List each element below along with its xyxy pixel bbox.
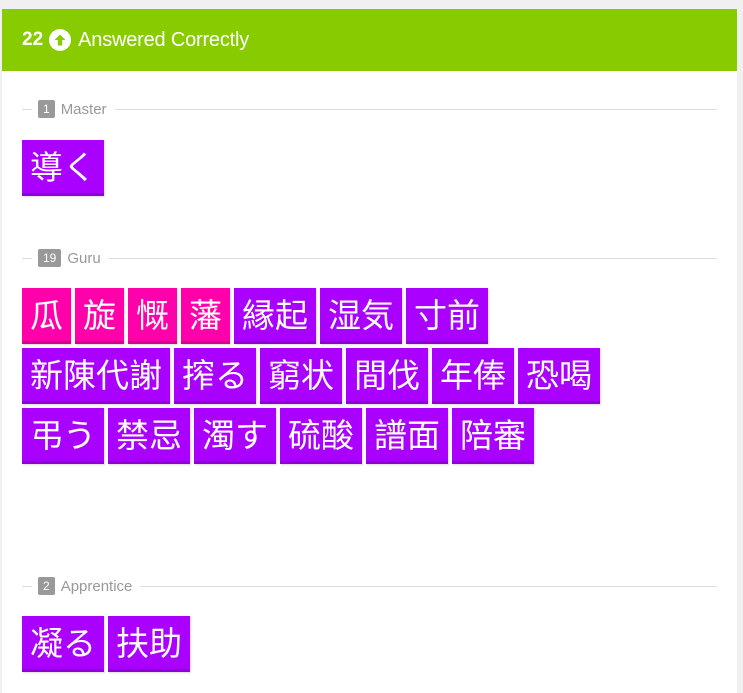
section-header-guru: 19 Guru: [22, 248, 717, 268]
divider: [22, 585, 32, 587]
items-master: 導く: [22, 140, 722, 200]
item-tile[interactable]: 慨: [128, 288, 177, 344]
item-tile[interactable]: 硫酸: [280, 408, 362, 464]
answered-correctly-header[interactable]: 22 Answered Correctly: [2, 9, 737, 71]
item-tile[interactable]: 瓜: [22, 288, 71, 344]
item-tile[interactable]: 縁起: [234, 288, 316, 344]
item-tile[interactable]: 年俸: [432, 348, 514, 404]
srs-level-label: Master: [60, 100, 107, 118]
item-tile[interactable]: 弔う: [22, 408, 104, 464]
item-tile[interactable]: 湿気: [320, 288, 402, 344]
item-tile[interactable]: 導く: [22, 140, 104, 196]
item-tile[interactable]: 藩: [181, 288, 230, 344]
divider: [140, 585, 717, 587]
item-tile[interactable]: 寸前: [406, 288, 488, 344]
item-tile[interactable]: 譜面: [366, 408, 448, 464]
srs-level-label: Apprentice: [60, 577, 133, 595]
arrow-up-circle-icon: [49, 29, 72, 51]
divider: [22, 257, 32, 259]
item-tile[interactable]: 搾る: [174, 348, 256, 404]
results-panel: 22 Answered Correctly 1 Master 導く 19 Gur…: [2, 9, 737, 693]
header-label: Answered Correctly: [78, 28, 250, 51]
item-tile[interactable]: 旋: [75, 288, 124, 344]
item-count-badge: 2: [38, 577, 55, 595]
item-tile[interactable]: 禁忌: [108, 408, 190, 464]
item-tile[interactable]: 恐喝: [518, 348, 600, 404]
correct-count: 22: [22, 29, 44, 50]
srs-level-label: Guru: [67, 249, 101, 267]
divider: [114, 108, 717, 110]
section-header-apprentice: 2 Apprentice: [22, 576, 717, 596]
item-tile[interactable]: 窮状: [260, 348, 342, 404]
divider: [22, 108, 32, 110]
item-tile[interactable]: 陪審: [452, 408, 534, 464]
section-header-master: 1 Master: [22, 99, 717, 119]
divider: [108, 257, 717, 259]
item-tile[interactable]: 間伐: [346, 348, 428, 404]
items-apprentice: 凝る 扶助: [22, 616, 722, 676]
item-tile[interactable]: 新陳代謝: [22, 348, 170, 404]
items-guru: 瓜 旋 慨 藩 縁起 湿気 寸前 新陳代謝 搾る 窮状 間伐 年俸 恐喝 弔う …: [22, 288, 632, 468]
item-count-badge: 19: [38, 249, 62, 267]
item-tile[interactable]: 濁す: [194, 408, 276, 464]
item-tile[interactable]: 凝る: [22, 616, 104, 672]
item-tile[interactable]: 扶助: [108, 616, 190, 672]
item-count-badge: 1: [38, 100, 55, 118]
